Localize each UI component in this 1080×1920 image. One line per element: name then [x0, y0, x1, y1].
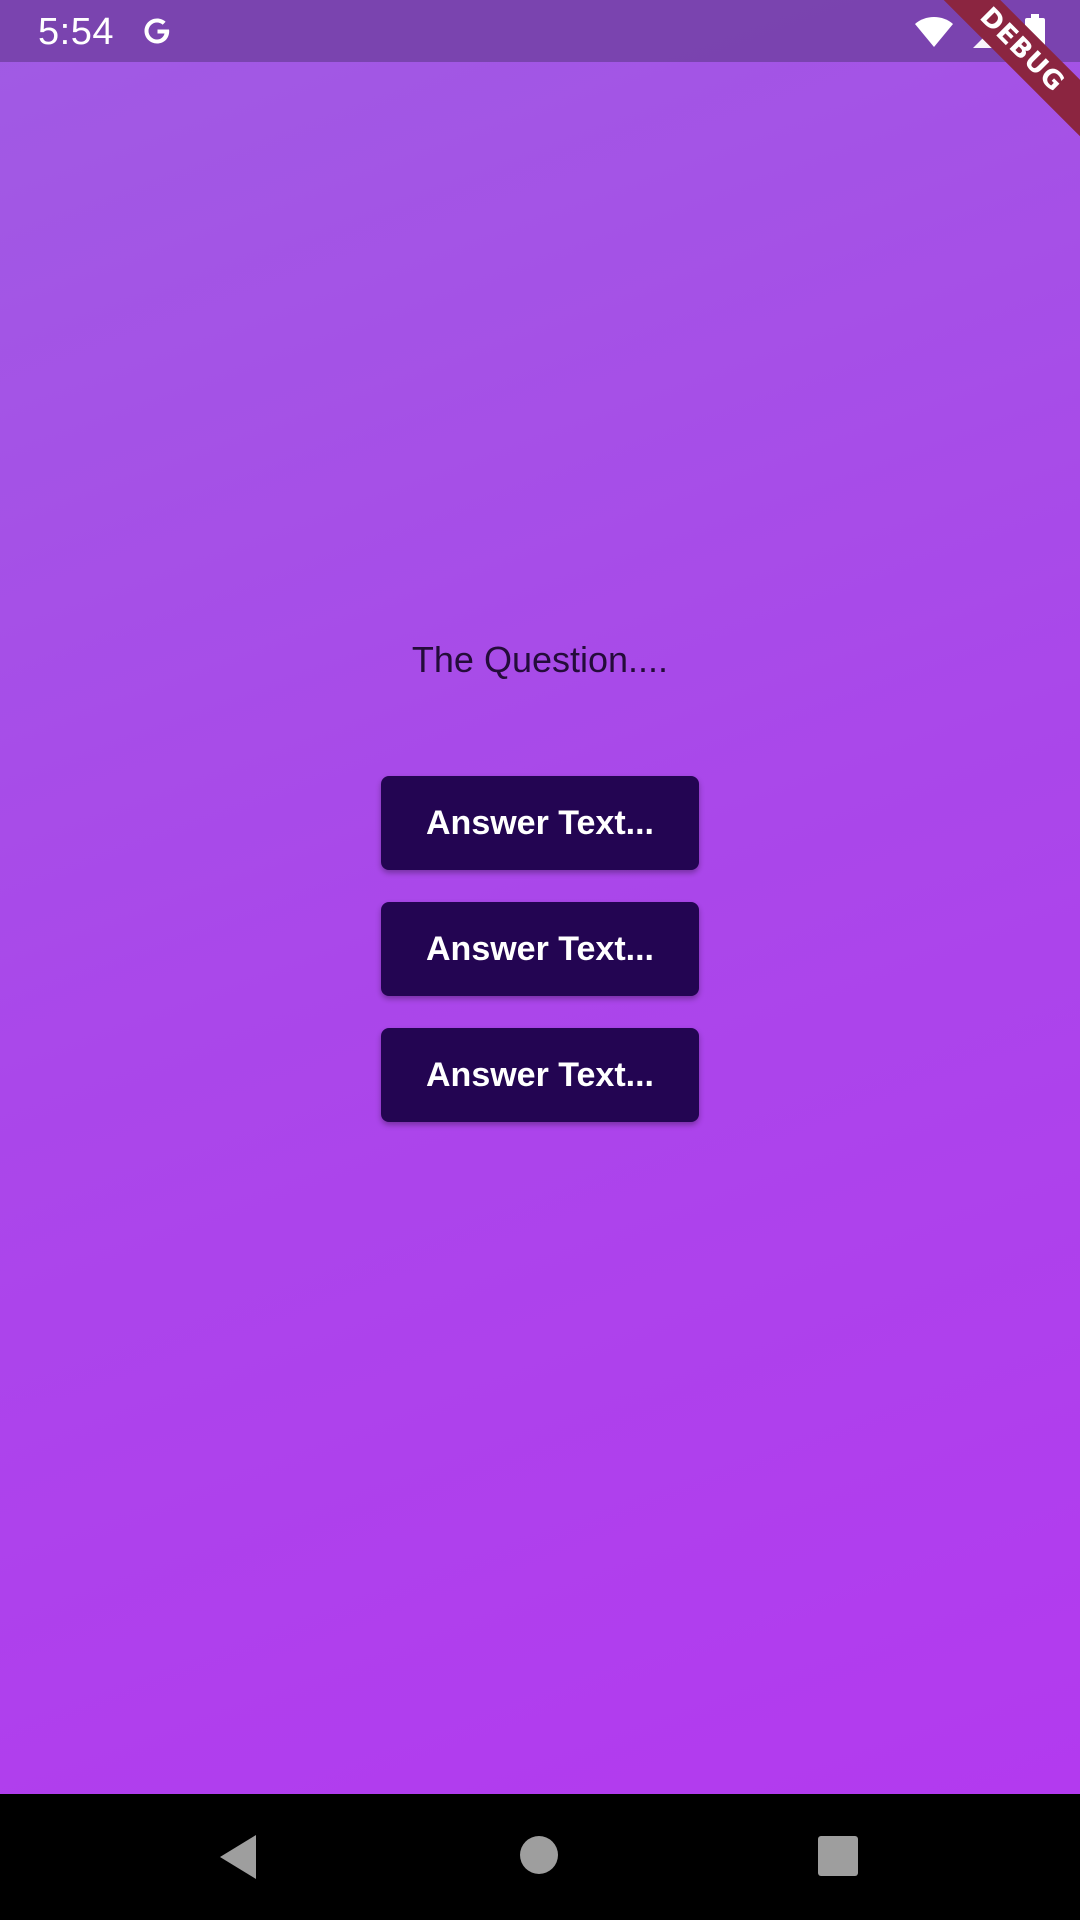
question-text: The Question.... [411, 639, 669, 680]
status-time: 5:54 [38, 11, 114, 53]
answer-list: Answer Text... Answer Text... Answer Tex… [381, 776, 699, 1122]
answer-button-2[interactable]: Answer Text... [381, 902, 699, 996]
back-icon[interactable] [218, 1834, 258, 1885]
quiz-panel: The Question.... Answer Text... Answer T… [0, 640, 1080, 1122]
screen: 5:54 DEBUG The Question.... Answer Text.… [0, 0, 1080, 1920]
wifi-icon [914, 16, 954, 53]
home-icon[interactable] [520, 1836, 558, 1874]
recents-icon[interactable] [818, 1836, 858, 1876]
answer-button-1[interactable]: Answer Text... [381, 776, 699, 870]
status-bar: 5:54 [0, 0, 1080, 62]
google-icon [138, 12, 176, 50]
answer-button-3[interactable]: Answer Text... [381, 1028, 699, 1122]
app-background: 5:54 DEBUG The Question.... Answer Text.… [0, 0, 1080, 1794]
navigation-bar [0, 1794, 1080, 1920]
